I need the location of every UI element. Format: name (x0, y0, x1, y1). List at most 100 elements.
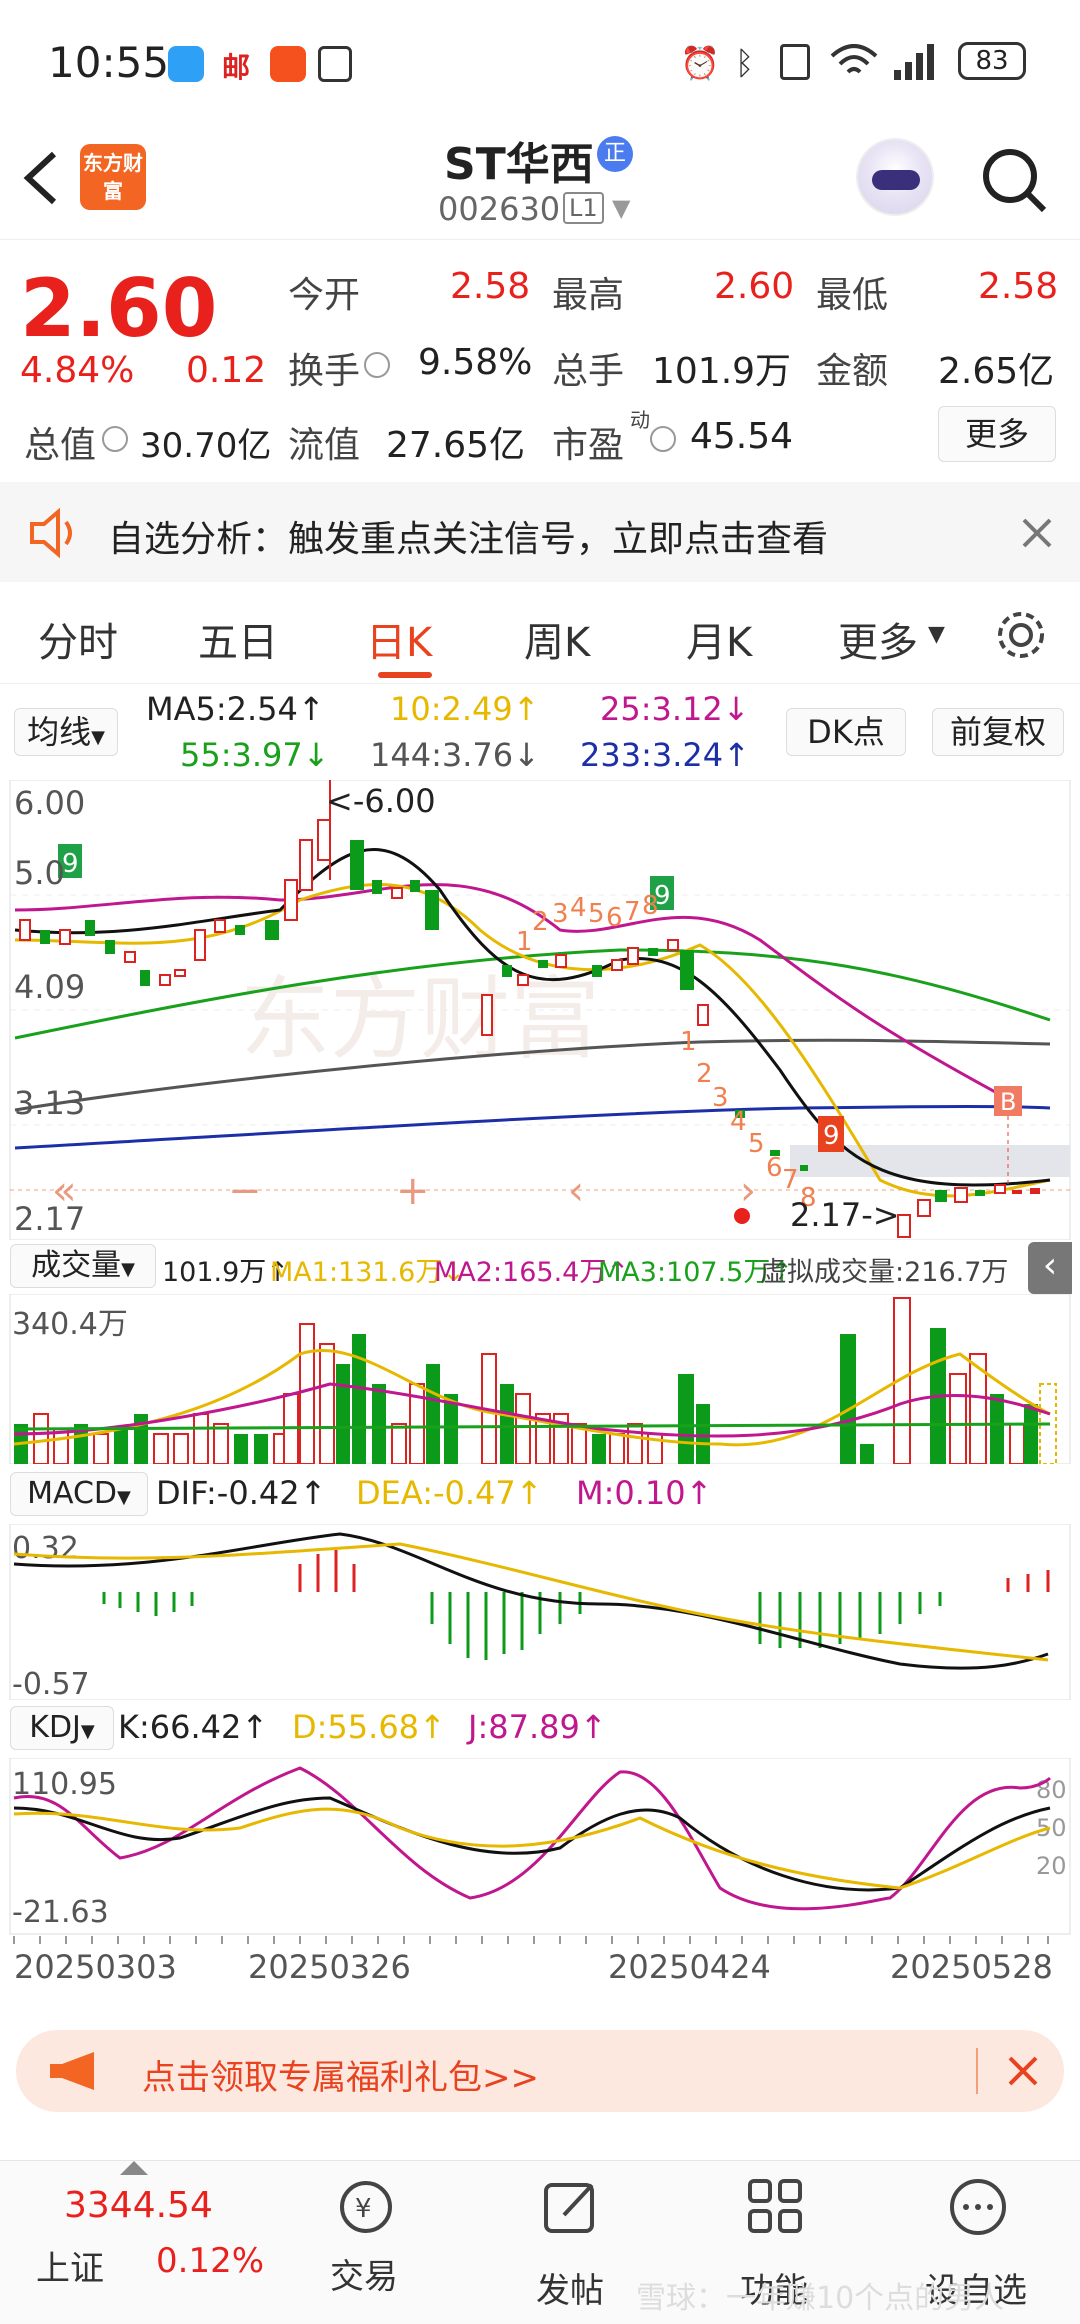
high-label: 最高 (552, 275, 625, 316)
index-name[interactable]: 上证 (36, 2241, 104, 2290)
zoom-out-icon[interactable]: − (228, 1168, 262, 1214)
alarm-icon: ⏰ (680, 44, 720, 82)
promo-divider (976, 2048, 978, 2094)
zoom-out-fast-icon[interactable]: « (52, 1168, 76, 1214)
trade-icon: ¥ (340, 2181, 392, 2233)
signal-icon (894, 44, 934, 80)
more-button[interactable]: 更多 (938, 406, 1056, 462)
period-tabs: 分时 五日 日K 周K 月K 更多 ▼ (0, 584, 1080, 684)
tab-intraday[interactable]: 分时 (38, 610, 118, 668)
kdj-k: K:66.42↑ (118, 1708, 269, 1746)
message-app-icon (168, 46, 204, 82)
notice-text: 自选分析：触发重点关注信号，立即点击查看 (108, 519, 829, 560)
kdj-j: J:87.89↑ (468, 1708, 607, 1746)
mail-app-icon: 邮 (222, 51, 251, 84)
macd-chart: 0.32 -0.57 (9, 1524, 1071, 1700)
mcap-info-icon[interactable] (102, 426, 128, 452)
td-count: 5 (588, 899, 605, 929)
side-panel-toggle-icon[interactable]: ‹ (1028, 1242, 1072, 1294)
dk-point-button[interactable]: DK点 (786, 708, 906, 756)
kdj-20-label: 20 (1036, 1852, 1067, 1880)
tab-daily-k[interactable]: 日K (366, 610, 432, 668)
x-axis-ticks (13, 1936, 1049, 1944)
td-count: 3 (552, 899, 569, 929)
pe-info-icon[interactable] (650, 426, 676, 452)
send-app-icon (270, 46, 306, 82)
battery-icon: 83 (958, 42, 1026, 80)
pe-dynamic-sup: 动 (630, 408, 650, 432)
turnover-value: 9.58% (418, 342, 533, 383)
buy-signal-label: B (1000, 1088, 1016, 1116)
scroll-right-icon[interactable]: › (740, 1168, 756, 1214)
index-pct[interactable]: 0.12% (156, 2241, 264, 2281)
code-dropdown-icon[interactable]: ▼ (612, 194, 630, 222)
volume-value: 101.9万 (652, 351, 792, 392)
stock-header: 东方财富 ST华西 正 002630 L1 ▼ (0, 120, 1080, 240)
expand-up-icon[interactable] (120, 2161, 148, 2175)
pct-change: 4.84% (20, 350, 135, 391)
macd-dea: DEA:-0.47↑ (356, 1474, 543, 1512)
settings-gear-icon[interactable] (994, 608, 1048, 662)
watermark-brand: 东方财富 (240, 967, 600, 1072)
scroll-left-icon[interactable]: ‹ (568, 1168, 584, 1214)
mcap-label: 总值 (24, 425, 97, 466)
megaphone-icon (50, 2052, 94, 2090)
chart-controls: « − + ‹ › (52, 1168, 756, 1214)
level-badge[interactable]: L1 (563, 192, 604, 224)
tab-monthly-k[interactable]: 月K (686, 610, 752, 668)
ai-assistant-avatar[interactable] (856, 138, 934, 216)
x-label: 20250303 (14, 1948, 177, 1986)
kdj-selector[interactable]: KDJ▼ (10, 1706, 114, 1750)
speaker-icon (30, 508, 72, 558)
td-count: 2 (532, 907, 549, 937)
signal-notice[interactable]: 自选分析：触发重点关注信号，立即点击查看 (0, 482, 1080, 582)
tab-more[interactable]: 更多 (838, 610, 918, 668)
nav-trade-label: 交易 (330, 2257, 398, 2297)
wifi-icon (830, 44, 878, 74)
zoom-in-icon[interactable]: + (396, 1168, 430, 1214)
back-icon[interactable] (20, 148, 60, 208)
kdj-80-label: 80 (1036, 1776, 1067, 1804)
ma25-label: 25:3.12↓ (600, 690, 750, 728)
more-dropdown-icon[interactable]: ▼ (928, 622, 945, 647)
ma144-label: 144:3.76↓ (370, 736, 540, 774)
td-count: 1 (516, 927, 533, 957)
td-count: 3 (712, 1083, 729, 1113)
high-annotation: <-6.00 (326, 782, 436, 820)
more-dots-icon (950, 2179, 1006, 2235)
high-value: 2.60 (714, 266, 795, 307)
amount-label: 金额 (816, 351, 889, 392)
nfc-icon (318, 46, 352, 82)
macd-selector[interactable]: MACD▼ (10, 1472, 148, 1516)
index-value[interactable]: 3344.54 (64, 2185, 213, 2226)
td-count: 4 (570, 893, 587, 923)
verified-icon: 正 (597, 136, 633, 172)
vibrate-icon (780, 44, 810, 80)
search-icon[interactable] (980, 146, 1050, 216)
close-icon[interactable] (1020, 516, 1054, 550)
y-label: 6.00 (14, 784, 85, 822)
promo-banner[interactable]: 点击领取专属福利礼包>> (16, 2030, 1064, 2112)
volume-chart: 340.4万 (9, 1294, 1071, 1464)
kline-chart[interactable]: 东方财富 9 9 1 2 3 4 5 6 7 8 1 2 3 4 5 6 7 8… (0, 780, 1080, 1240)
ma233-label: 233:3.24↑ (580, 736, 750, 774)
tab-5day[interactable]: 五日 (198, 610, 278, 668)
td-count: 5 (748, 1129, 765, 1159)
x-label: 20250528 (890, 1948, 1053, 1986)
kdj-chart: 110.95 -21.63 80 50 20 (9, 1758, 1071, 1935)
td-count: 6 (606, 903, 623, 933)
turnover-info-icon[interactable] (364, 352, 390, 378)
close-icon[interactable] (1006, 2054, 1040, 2088)
kdj-bottom-label: -21.63 (12, 1895, 109, 1930)
td-count: 6 (766, 1153, 783, 1183)
ma-selector-label: 均线 (27, 713, 92, 751)
adjust-mode-button[interactable]: 前复权 (932, 708, 1064, 756)
tab-weekly-k[interactable]: 周K (524, 610, 590, 668)
brand-logo[interactable]: 东方财富 (80, 144, 146, 210)
td-count: 2 (696, 1059, 713, 1089)
open-label: 今开 (288, 275, 361, 316)
volume-selector[interactable]: 成交量▼ (10, 1244, 156, 1288)
volume-label: 总手 (552, 351, 625, 392)
ma-selector[interactable]: 均线▼ (14, 708, 118, 756)
low-annotation: 2.17-> (790, 1196, 900, 1234)
